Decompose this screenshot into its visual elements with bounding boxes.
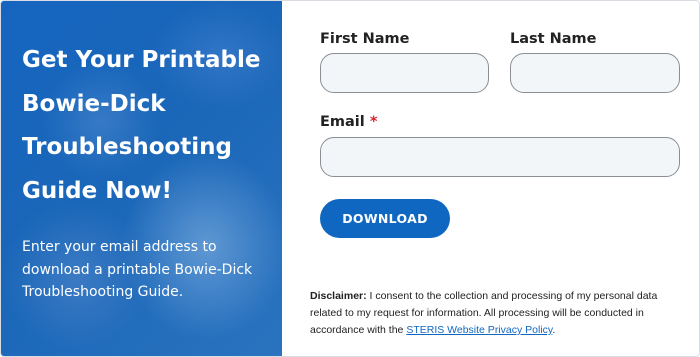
email-label: Email bbox=[320, 114, 365, 130]
privacy-policy-link[interactable]: STERIS Website Privacy Policy bbox=[406, 324, 552, 336]
last-name-field[interactable] bbox=[510, 53, 680, 93]
first-name-field[interactable] bbox=[320, 53, 489, 93]
first-name-label: First Name bbox=[320, 31, 410, 47]
promo-description: Enter your email address to download a p… bbox=[22, 239, 253, 300]
signup-form: First Name Last Name Email * DOWNLOAD Di… bbox=[282, 1, 699, 356]
download-button[interactable]: DOWNLOAD bbox=[320, 199, 450, 238]
required-asterisk: * bbox=[369, 114, 378, 130]
disclaimer-label: Disclaimer: bbox=[310, 290, 367, 302]
email-label-row: Email * bbox=[320, 114, 377, 130]
promo-title: Get Your Printable Bowie-Dick Troublesho… bbox=[22, 47, 261, 204]
download-form-widget: Get Your Printable Bowie-Dick Troublesho… bbox=[0, 0, 700, 357]
last-name-label: Last Name bbox=[510, 31, 597, 47]
disclaimer-text: Disclaimer: I consent to the collection … bbox=[310, 288, 680, 339]
promo-panel: Get Your Printable Bowie-Dick Troublesho… bbox=[1, 1, 282, 356]
email-field[interactable] bbox=[320, 137, 680, 177]
disclaimer-end: . bbox=[552, 324, 556, 336]
